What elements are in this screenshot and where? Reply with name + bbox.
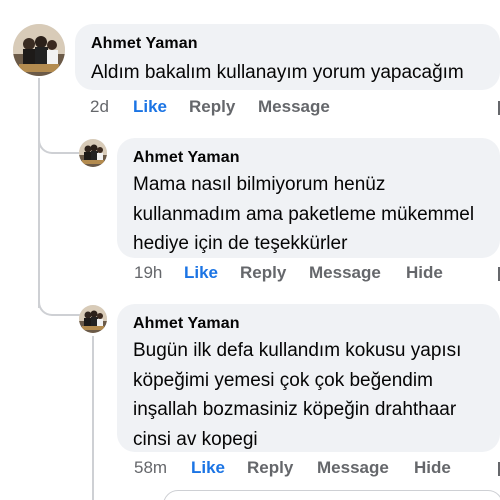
comment-actions: 2d Like Reply Message: [90, 97, 500, 121]
comment-timestamp[interactable]: 2d: [90, 97, 109, 117]
message-button[interactable]: Message: [309, 263, 381, 283]
like-button[interactable]: Like: [191, 458, 225, 478]
comment-text: Aldım bakalım kullanayım yorum yapacağım: [91, 58, 464, 88]
reply-button[interactable]: Reply: [189, 97, 235, 117]
message-button[interactable]: Message: [317, 458, 389, 478]
thread-line-reply-2: [92, 336, 94, 500]
profile-photo: [79, 139, 107, 167]
like-button[interactable]: Like: [133, 97, 167, 117]
thread-line-main: [38, 78, 40, 308]
comment-text: Bugün ilk defa kullandım kokusu yapısı k…: [133, 336, 461, 454]
comment-bubble: Ahmet Yaman Bugün ilk defa kullandım kok…: [117, 304, 500, 452]
avatar[interactable]: [79, 305, 107, 333]
comment-text-line: cinsi av kopegi: [133, 428, 258, 450]
comment-bubble: Ahmet Yaman Aldım bakalım kullanayım yor…: [75, 24, 500, 90]
comment-timestamp[interactable]: 58m: [134, 458, 167, 478]
comment-text-line: Bugün ilk defa kullandım kokusu yapısı: [133, 340, 462, 361]
like-button[interactable]: Like: [184, 263, 218, 283]
comment-text-line: inşallah bozmasiniz köpeğin drahthaar: [133, 399, 457, 420]
thread-connector-reply-1: [38, 130, 80, 154]
comment-text-line: Mama nasıl bilmiyorum henüz: [133, 174, 386, 195]
comment-text-line: köpeğimi yemesi çok çok beğendim: [133, 369, 433, 391]
profile-photo: [79, 305, 107, 333]
hide-button[interactable]: Hide: [406, 263, 443, 283]
next-comment-bubble: [163, 490, 500, 500]
reply-button[interactable]: Reply: [240, 263, 286, 283]
profile-photo: [13, 24, 65, 76]
message-button[interactable]: Message: [258, 97, 330, 117]
avatar[interactable]: [79, 139, 107, 167]
comment-text-line: kullanmadım ama paketleme mükemmel: [133, 203, 475, 225]
comment-timestamp[interactable]: 19h: [134, 263, 162, 283]
comment-text-line: Aldım bakalım kullanayım yorum yapacağım: [91, 62, 464, 83]
thread-connector-reply-2: [38, 292, 80, 316]
comment-author[interactable]: Ahmet Yaman: [133, 315, 240, 333]
comment-actions: 58m Like Reply Message Hide: [134, 458, 500, 482]
comment-bubble: Ahmet Yaman Mama nasıl bilmiyorum henüz …: [117, 138, 500, 258]
comment-actions: 19h Like Reply Message Hide: [134, 263, 500, 287]
hide-button[interactable]: Hide: [414, 458, 451, 478]
comment-thread: Ahmet Yaman Aldım bakalım kullanayım yor…: [0, 0, 500, 500]
comment-author[interactable]: Ahmet Yaman: [133, 149, 240, 167]
comment-text: Mama nasıl bilmiyorum henüz kullanmadım …: [133, 170, 474, 259]
reply-button[interactable]: Reply: [247, 458, 293, 478]
comment-author[interactable]: Ahmet Yaman: [91, 35, 198, 53]
comment-text-line: hediye için de teşekkürler: [133, 233, 348, 254]
avatar[interactable]: [13, 24, 65, 76]
